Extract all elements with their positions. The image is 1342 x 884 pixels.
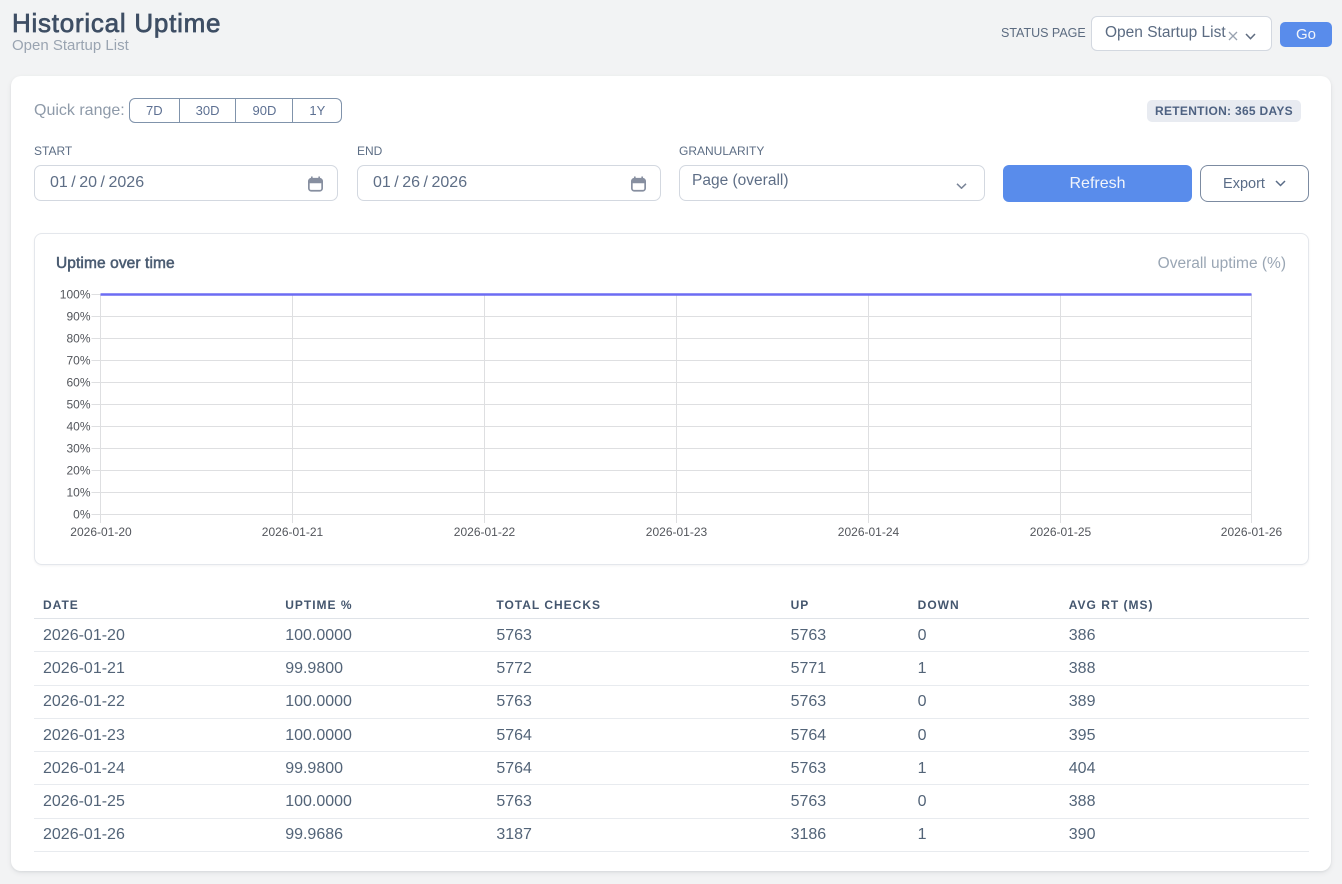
svg-text:2026-01-23: 2026-01-23 [646, 525, 708, 539]
svg-text:2026-01-24: 2026-01-24 [838, 525, 900, 539]
svg-text:70%: 70% [66, 354, 90, 368]
svg-text:90%: 90% [66, 310, 90, 324]
svg-text:10%: 10% [66, 486, 90, 500]
svg-text:100%: 100% [60, 288, 91, 302]
svg-text:2026-01-20: 2026-01-20 [70, 525, 132, 539]
svg-text:60%: 60% [66, 376, 90, 390]
svg-text:20%: 20% [66, 464, 90, 478]
svg-text:50%: 50% [66, 398, 90, 412]
svg-text:80%: 80% [66, 332, 90, 346]
svg-text:2026-01-25: 2026-01-25 [1030, 525, 1092, 539]
svg-text:2026-01-21: 2026-01-21 [262, 525, 324, 539]
svg-text:40%: 40% [66, 420, 90, 434]
svg-text:30%: 30% [66, 442, 90, 456]
svg-text:2026-01-26: 2026-01-26 [1221, 525, 1283, 539]
svg-text:0%: 0% [73, 508, 91, 522]
svg-text:2026-01-22: 2026-01-22 [454, 525, 516, 539]
